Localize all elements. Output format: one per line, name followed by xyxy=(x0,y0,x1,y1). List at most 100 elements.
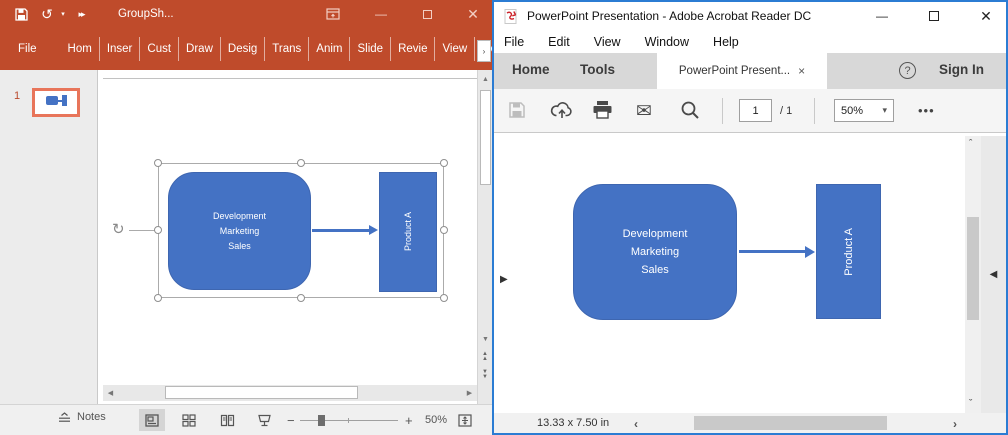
more-tools-button[interactable]: ••• xyxy=(918,103,935,118)
ppt-close-button[interactable]: ✕ xyxy=(458,2,488,26)
selection-handle[interactable] xyxy=(440,294,448,302)
previous-slide-button[interactable]: ▲ ▲ xyxy=(482,352,488,362)
menu-view[interactable]: View xyxy=(594,35,621,49)
ppt-vertical-scrollbar[interactable]: ▲ ▼ ▲ ▲ ▼ ▼ xyxy=(477,70,492,404)
scroll-left-icon[interactable]: ◀ xyxy=(103,386,118,400)
scroll-left-icon[interactable]: ‹ xyxy=(634,417,638,431)
scroll-up-icon[interactable]: ˆ xyxy=(969,138,972,148)
cloud-upload-icon[interactable] xyxy=(550,100,574,119)
scroll-down-icon[interactable]: ▼ xyxy=(478,332,492,346)
connector-arrow-head xyxy=(369,225,378,235)
ribbon-tab-custom[interactable]: Cust xyxy=(140,37,179,61)
toolbar-separator xyxy=(814,98,815,124)
group-rounded-rectangle-shape[interactable]: Development Marketing Sales xyxy=(168,172,311,290)
menu-edit[interactable]: Edit xyxy=(548,35,570,49)
slide-thumbnail[interactable] xyxy=(32,88,80,117)
selection-handle[interactable] xyxy=(297,294,305,302)
ribbon-tab-insert[interactable]: Inser xyxy=(100,37,141,61)
sign-in-button[interactable]: Sign In xyxy=(939,62,984,77)
double-up-icon: ▲ xyxy=(482,357,488,362)
acrobat-vscroll-thumb[interactable] xyxy=(967,217,979,320)
ribbon-tab-review[interactable]: Revie xyxy=(391,37,435,61)
selection-handle[interactable] xyxy=(154,294,162,302)
acrobat-tab-bar: Home Tools PowerPoint Present... × ? Sig… xyxy=(494,53,1006,89)
next-slide-button[interactable]: ▼ ▼ xyxy=(482,370,488,380)
menu-help[interactable]: Help xyxy=(713,35,739,49)
reading-view-button[interactable] xyxy=(214,409,240,431)
pdf-connector-arrow xyxy=(739,250,805,253)
ribbon-tab-draw[interactable]: Draw xyxy=(179,37,221,61)
selection-handle[interactable] xyxy=(440,226,448,234)
undo-icon[interactable]: ↺ xyxy=(36,2,58,26)
menu-window[interactable]: Window xyxy=(645,35,689,49)
pdf-document-area[interactable]: ▶ Development Marketing Sales Product A xyxy=(494,134,1006,413)
ppt-zoom-level[interactable]: 50% xyxy=(425,414,447,426)
acrobat-window: PowerPoint Presentation - Adobe Acrobat … xyxy=(492,0,1008,435)
selection-handle[interactable] xyxy=(297,159,305,167)
undo-dropdown-icon[interactable]: ▾ xyxy=(58,2,68,26)
acrobat-minimize-button[interactable]: — xyxy=(862,3,902,29)
fit-slide-to-window-button[interactable] xyxy=(452,409,478,431)
ribbon-tab-file[interactable]: File xyxy=(10,37,45,61)
menu-file[interactable]: File xyxy=(504,35,524,49)
ribbon-tab-home[interactable]: Hom xyxy=(61,37,100,61)
selection-handle[interactable] xyxy=(154,226,162,234)
rotate-handle-icon[interactable]: ↻ xyxy=(112,222,125,237)
ribbon-tab-animations[interactable]: Anim xyxy=(309,37,350,61)
zoom-level-dropdown[interactable]: 50% ▾ xyxy=(834,99,894,122)
email-icon[interactable]: ✉ xyxy=(636,100,652,123)
scroll-up-icon[interactable]: ▲ xyxy=(478,72,492,86)
tools-pane-toggle-icon[interactable]: ◀ xyxy=(990,269,998,280)
save-icon[interactable] xyxy=(6,2,36,26)
zoom-slider-midpoint xyxy=(348,418,349,423)
scroll-right-icon[interactable]: › xyxy=(953,417,957,431)
normal-view-button[interactable] xyxy=(139,409,165,431)
ribbon-display-options-icon[interactable] xyxy=(318,2,348,26)
ppt-titlebar: ↺ ▾ ▸▸ GroupSh... — ✕ xyxy=(0,0,492,28)
zoom-slider-track[interactable] xyxy=(300,420,398,421)
shape-text-line: Development xyxy=(213,209,266,224)
help-icon[interactable]: ? xyxy=(899,62,916,79)
search-icon[interactable] xyxy=(680,100,700,120)
slide-sorter-view-button[interactable] xyxy=(176,409,202,431)
notes-button[interactable]: Notes xyxy=(58,411,106,423)
ribbon-tab-design[interactable]: Desig xyxy=(221,37,265,61)
tab-tools[interactable]: Tools xyxy=(580,62,615,77)
acrobat-vertical-scrollbar[interactable]: ˆ ˇ xyxy=(965,136,981,413)
zoom-out-button[interactable]: − xyxy=(287,413,295,428)
ribbon-tab-view[interactable]: View xyxy=(435,37,475,61)
slideshow-view-button[interactable] xyxy=(251,409,277,431)
tab-close-icon[interactable]: × xyxy=(798,64,805,78)
product-rectangle-shape[interactable]: Product A xyxy=(379,172,437,292)
acrobat-menubar: File Edit View Window Help xyxy=(494,30,1006,53)
ribbon-tab-transitions[interactable]: Trans xyxy=(265,37,309,61)
print-icon[interactable] xyxy=(592,100,613,119)
page-number-input[interactable]: 1 xyxy=(739,99,772,122)
scroll-right-icon[interactable]: ▶ xyxy=(462,386,477,400)
slide-top-edge xyxy=(103,78,477,79)
tab-document[interactable]: PowerPoint Present... × xyxy=(657,53,827,89)
scroll-down-icon[interactable]: ˇ xyxy=(969,398,972,408)
acrobat-maximize-button[interactable] xyxy=(914,3,954,29)
selection-handle[interactable] xyxy=(154,159,162,167)
zoom-slider-thumb[interactable] xyxy=(318,415,325,426)
connector-arrow[interactable] xyxy=(312,229,369,232)
ppt-horizontal-scrollbar[interactable]: ◀ ▶ xyxy=(103,385,477,401)
selection-handle[interactable] xyxy=(440,159,448,167)
ppt-maximize-button[interactable] xyxy=(412,2,442,26)
notes-icon xyxy=(58,412,71,423)
acrobat-hscroll-thumb[interactable] xyxy=(694,416,887,430)
ppt-vscroll-thumb[interactable] xyxy=(480,90,491,185)
ribbon-tab-slideshow[interactable]: Slide xyxy=(350,37,391,61)
ribbon-tab-scroll-right-icon[interactable]: › xyxy=(477,40,491,62)
shape-text-line: Marketing xyxy=(213,224,266,239)
acrobat-close-button[interactable]: ✕ xyxy=(966,3,1006,29)
qat-more-icon[interactable]: ▸▸ xyxy=(68,2,94,26)
zoom-in-button[interactable]: + xyxy=(405,413,413,428)
slide-canvas[interactable]: ↻ Development Marketing Sales Product A xyxy=(99,70,477,404)
navigation-pane-toggle-icon[interactable]: ▶ xyxy=(500,274,508,285)
tab-home[interactable]: Home xyxy=(512,62,550,77)
acrobat-toolbar: ✉ 1 / 1 50% ▾ ••• xyxy=(494,89,1006,133)
ppt-hscroll-thumb[interactable] xyxy=(165,386,358,399)
ppt-minimize-button[interactable]: — xyxy=(366,2,396,26)
